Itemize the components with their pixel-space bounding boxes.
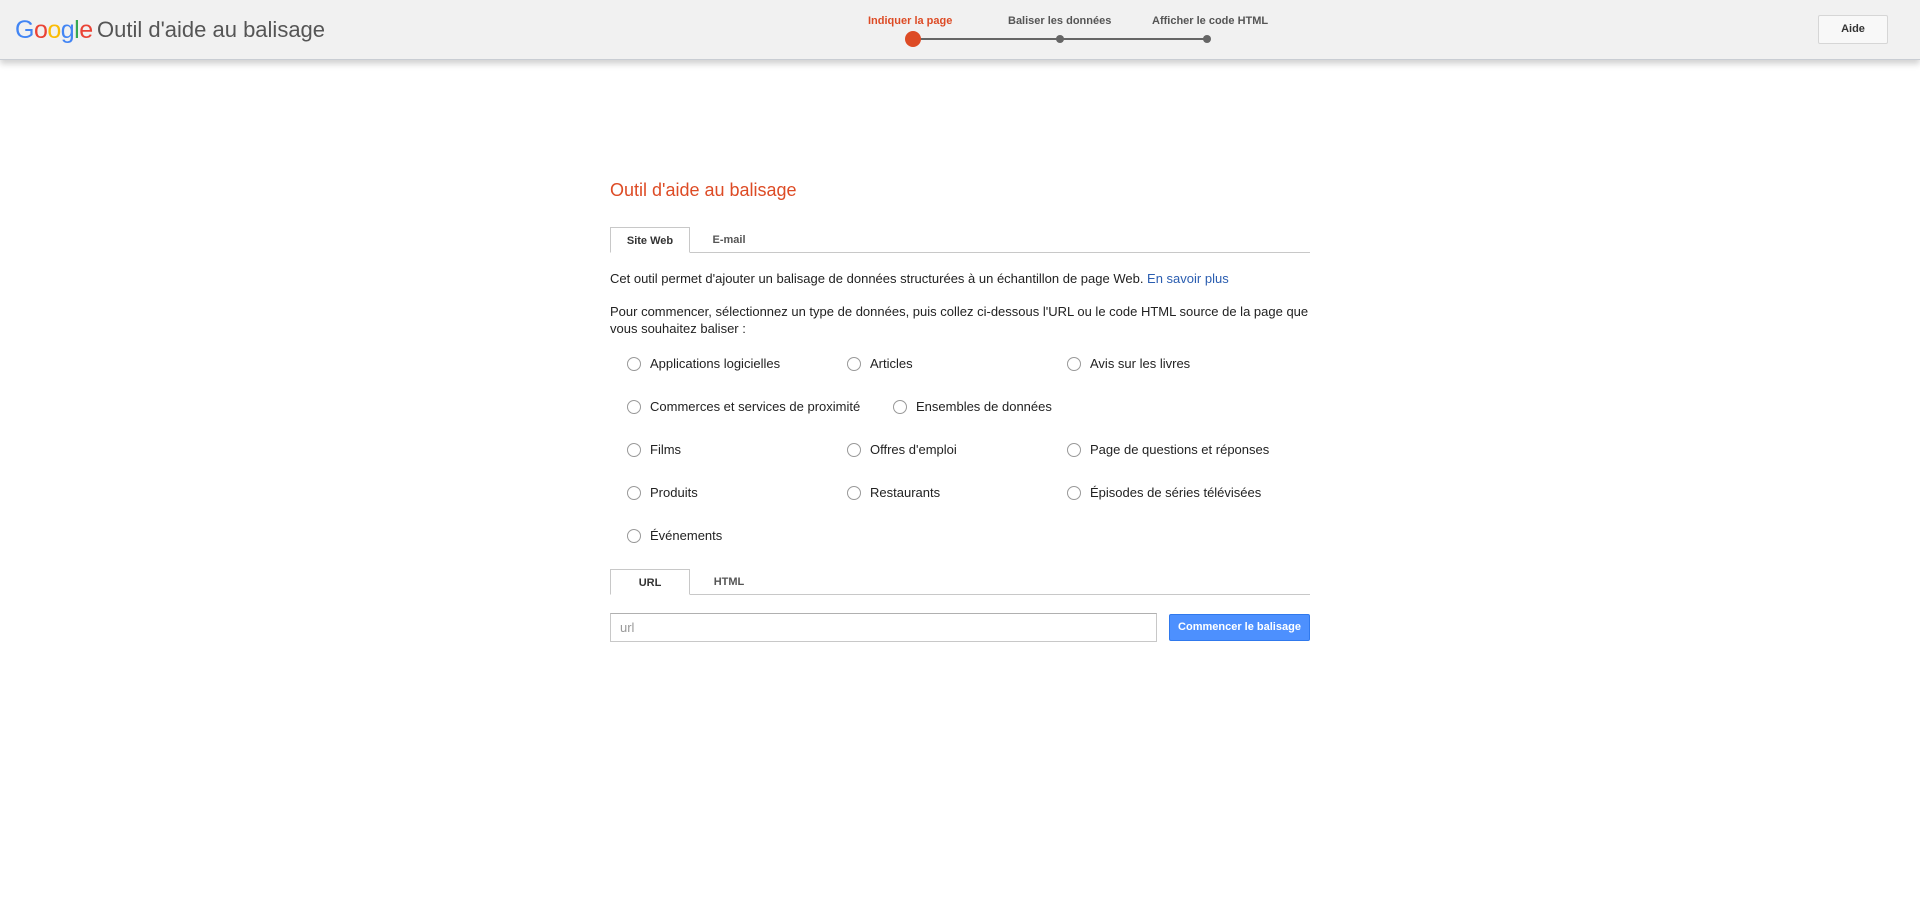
radio-label: Restaurants (870, 484, 941, 500)
help-button[interactable]: Aide (1818, 15, 1888, 44)
radio-option-qa-page[interactable]: Page de questions et réponses (1067, 441, 1269, 457)
radio-label: Événements (650, 527, 723, 543)
step-label-markup-data: Baliser les données (1008, 15, 1112, 27)
radio-label: Ensembles de données (916, 398, 1052, 414)
radio-option-datasets[interactable]: Ensembles de données (893, 398, 1052, 414)
input-tabs: URL HTML (610, 569, 1310, 595)
step-label-indicate-page: Indiquer la page (868, 15, 953, 27)
url-input[interactable] (610, 613, 1157, 642)
radio-label: Produits (650, 484, 698, 500)
intro-text: Cet outil permet d'ajouter un balisage d… (610, 271, 1148, 286)
radio-button[interactable] (847, 486, 861, 500)
step-dot (1203, 35, 1211, 43)
radio-option-local-businesses[interactable]: Commerces et services de proximité (627, 398, 860, 414)
tab-email[interactable]: E-mail (689, 227, 769, 253)
radio-option-articles[interactable]: Articles (847, 355, 913, 371)
radio-button[interactable] (627, 400, 641, 414)
main-content: Outil d'aide au balisage Site Web E-mail… (610, 178, 1310, 653)
radio-option-products[interactable]: Produits (627, 484, 698, 500)
radio-label: Offres d'emploi (870, 441, 957, 457)
radio-button[interactable] (847, 443, 861, 457)
radio-label: Films (650, 441, 682, 457)
top-bar: Google Outil d'aide au balisage Indiquer… (0, 0, 1920, 60)
radio-option-movies[interactable]: Films (627, 441, 681, 457)
radio-option-book-reviews[interactable]: Avis sur les livres (1067, 355, 1190, 371)
intro-paragraph: Cet outil permet d'ajouter un balisage d… (610, 270, 1310, 287)
radio-label: Avis sur les livres (1090, 355, 1191, 371)
radio-button[interactable] (627, 486, 641, 500)
step-dot-active (905, 31, 921, 47)
source-tabs: Site Web E-mail (610, 227, 1310, 253)
radio-button[interactable] (847, 357, 861, 371)
instructions-text: Pour commencer, sélectionnez un type de … (610, 304, 1309, 336)
tab-website[interactable]: Site Web (610, 227, 690, 253)
radio-button[interactable] (893, 400, 907, 414)
radio-button[interactable] (627, 357, 641, 371)
radio-label: Articles (870, 355, 913, 371)
radio-option-software-apps[interactable]: Applications logicielles (627, 355, 780, 371)
data-type-options: Applications logicielles Articles Avis s… (610, 355, 1310, 545)
radio-button[interactable] (627, 529, 641, 543)
radio-option-events[interactable]: Événements (627, 527, 722, 543)
page-title: Outil d'aide au balisage (610, 180, 797, 200)
radio-label: Commerces et services de proximité (650, 398, 861, 414)
radio-option-job-postings[interactable]: Offres d'emploi (847, 441, 957, 457)
radio-button[interactable] (1067, 357, 1081, 371)
start-markup-button[interactable]: Commencer le balisage (1169, 614, 1310, 641)
tab-html[interactable]: HTML (689, 569, 769, 595)
step-label-show-html: Afficher le code HTML (1152, 15, 1269, 27)
tab-url[interactable]: URL (610, 569, 690, 595)
radio-option-tv-episodes[interactable]: ‎Épisodes de séries télévisées (1067, 484, 1261, 500)
step-dot (1056, 35, 1064, 43)
learn-more-link[interactable]: En savoir plus (1147, 271, 1229, 286)
radio-label: Page de questions et réponses (1090, 441, 1270, 457)
radio-button[interactable] (1067, 443, 1081, 457)
radio-button[interactable] (627, 443, 641, 457)
url-form: Commencer le balisage (610, 613, 1310, 653)
progress-stepper: Indiquer la page Baliser les données Aff… (0, 0, 1920, 60)
radio-label: ‎Épisodes de séries télévisées (1090, 484, 1262, 500)
radio-label: Applications logicielles (650, 355, 781, 371)
radio-option-restaurants[interactable]: Restaurants (847, 484, 940, 500)
radio-button[interactable] (1067, 486, 1081, 500)
